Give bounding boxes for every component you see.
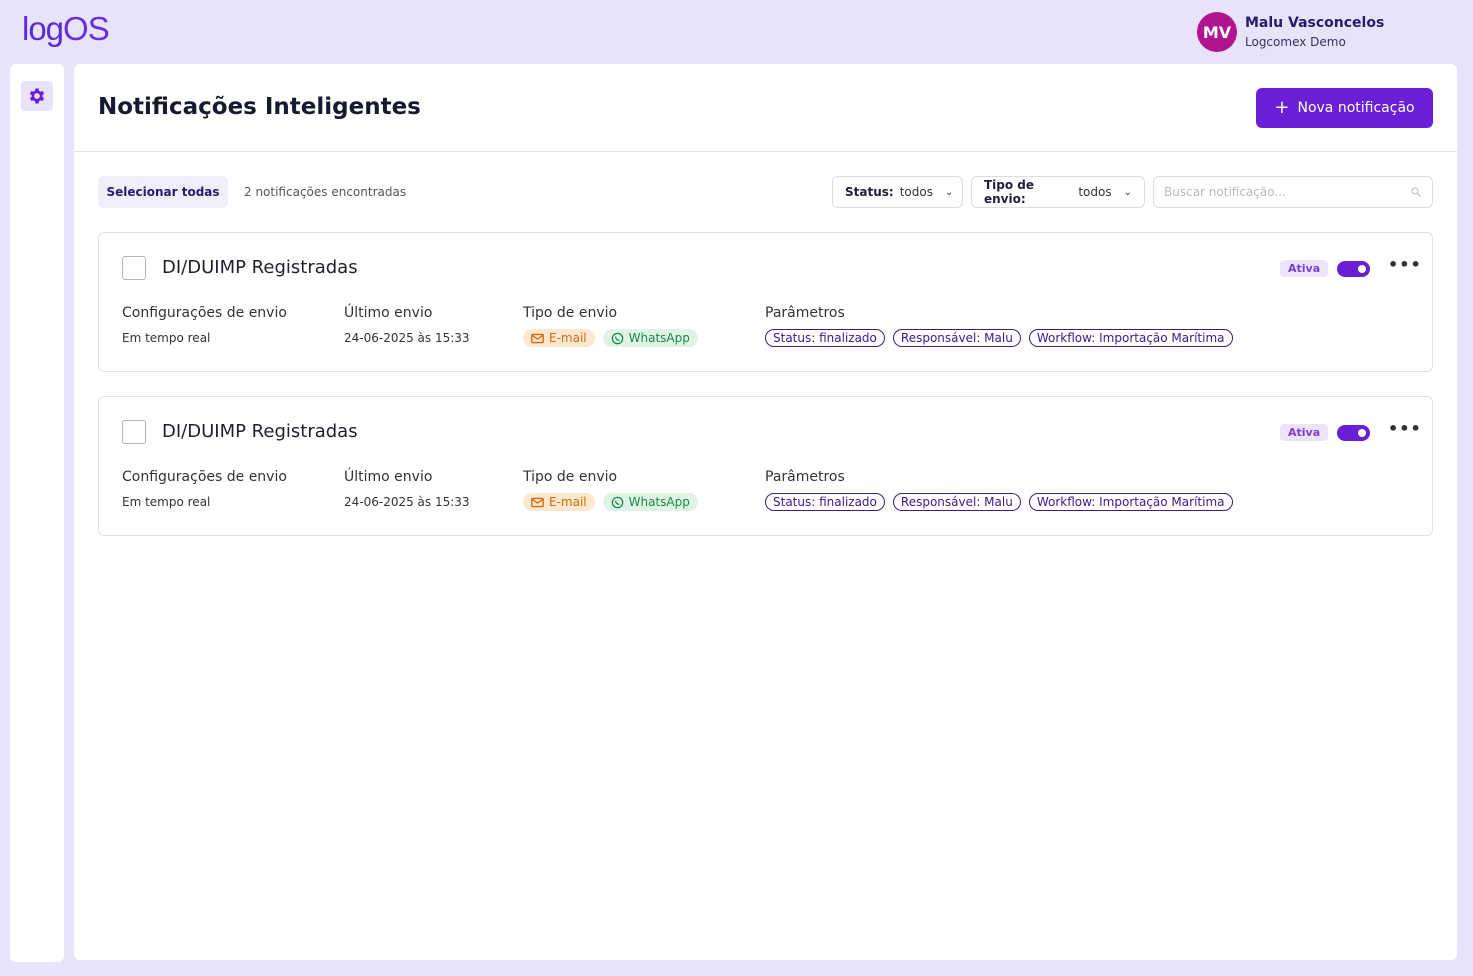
email-chip: E-mail	[523, 493, 595, 511]
config-value: Em tempo real	[122, 331, 211, 345]
active-toggle[interactable]	[1337, 261, 1370, 277]
whatsapp-icon	[611, 496, 623, 508]
new-notification-button[interactable]: + Nova notificação	[1256, 88, 1433, 128]
active-toggle[interactable]	[1337, 425, 1370, 441]
last-send-label: Último envio	[344, 469, 433, 485]
status-filter[interactable]: Status: todos ⌄	[832, 176, 963, 208]
notification-title: DI/DUIMP Registradas	[162, 257, 358, 278]
email-chip: E-mail	[523, 329, 595, 347]
gear-icon	[29, 88, 45, 104]
select-checkbox[interactable]	[122, 256, 146, 280]
results-count: 2 notificações encontradas	[244, 185, 407, 199]
user-org: Logcomex Demo	[1245, 35, 1346, 49]
param-chip: Status: finalizado	[765, 493, 885, 511]
param-chip: Responsável: Malu	[892, 493, 1021, 511]
send-type-label: Tipo de envio	[523, 305, 618, 321]
logo[interactable]: logOS	[22, 10, 110, 48]
page-header: Notificações Inteligentes + Nova notific…	[74, 64, 1457, 152]
more-options-icon[interactable]: •••	[1388, 255, 1422, 274]
mail-icon	[531, 497, 544, 507]
page-title: Notificações Inteligentes	[98, 94, 421, 120]
tipo-envio-filter[interactable]: Tipo de envio: todos ⌄	[971, 176, 1145, 208]
sidebar-item-settings[interactable]	[21, 81, 53, 111]
config-value: Em tempo real	[122, 495, 211, 509]
chevron-down-icon: ⌄	[1123, 186, 1132, 198]
notification-card: DI/DUIMP Registradas Ativa ••• Configura…	[98, 396, 1433, 536]
notification-title: DI/DUIMP Registradas	[162, 421, 358, 442]
param-chip: Workflow: Importação Marítima	[1028, 329, 1233, 347]
mail-icon	[531, 333, 544, 343]
chevron-down-icon: ⌄	[944, 186, 954, 198]
search-box	[1153, 176, 1433, 208]
params-label: Parâmetros	[765, 469, 845, 485]
status-badge: Ativa	[1280, 260, 1329, 277]
main-panel: Notificações Inteligentes + Nova notific…	[74, 64, 1457, 960]
param-chip: Responsável: Malu	[892, 329, 1021, 347]
select-checkbox[interactable]	[122, 420, 146, 444]
search-input[interactable]	[1164, 185, 1410, 199]
select-all-button[interactable]: Selecionar todas	[98, 176, 228, 208]
more-options-icon[interactable]: •••	[1388, 419, 1422, 438]
list-toolbar: Selecionar todas 2 notificações encontra…	[98, 176, 1433, 208]
sidebar	[10, 64, 64, 962]
whatsapp-chip: WhatsApp	[602, 493, 698, 511]
user-name: Malu Vasconcelos	[1245, 15, 1385, 31]
last-send-value: 24-06-2025 às 15:33	[344, 495, 470, 509]
params-label: Parâmetros	[765, 305, 845, 321]
plus-icon: +	[1274, 97, 1290, 118]
param-chip: Workflow: Importação Marítima	[1028, 493, 1233, 511]
config-label: Configurações de envio	[122, 469, 287, 485]
whatsapp-chip: WhatsApp	[602, 329, 698, 347]
top-bar: logOS MV Malu Vasconcelos Logcomex Demo	[0, 0, 1473, 64]
status-badge: Ativa	[1280, 424, 1329, 441]
avatar: MV	[1197, 12, 1237, 52]
last-send-label: Último envio	[344, 305, 433, 321]
search-icon	[1411, 187, 1421, 197]
user-menu[interactable]: MV Malu Vasconcelos Logcomex Demo	[1197, 12, 1384, 52]
last-send-value: 24-06-2025 às 15:33	[344, 331, 470, 345]
notification-card: DI/DUIMP Registradas Ativa ••• Configura…	[98, 232, 1433, 372]
whatsapp-icon	[611, 332, 623, 344]
send-type-label: Tipo de envio	[523, 469, 618, 485]
config-label: Configurações de envio	[122, 305, 287, 321]
param-chip: Status: finalizado	[765, 329, 885, 347]
